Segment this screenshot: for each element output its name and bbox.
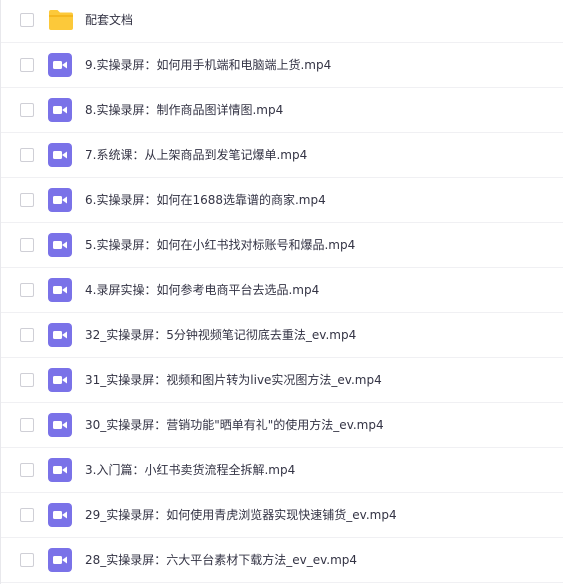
file-name: 6.实操录屏：如何在1688选靠谱的商家.mp4 — [85, 193, 326, 207]
file-name: 28_实操录屏：六大平台素材下载方法_ev_ev.mp4 — [85, 553, 358, 567]
row-checkbox[interactable] — [20, 58, 34, 72]
video-file-icon — [48, 98, 72, 122]
file-name: 3.入门篇：小红书卖货流程全拆解.mp4 — [85, 463, 296, 477]
video-file-icon — [48, 323, 72, 347]
list-item[interactable]: 5.实操录屏：如何在小红书找对标账号和爆品.mp4 — [1, 223, 563, 268]
file-name: 7.系统课：从上架商品到发笔记爆单.mp4 — [85, 148, 308, 162]
list-item[interactable]: 4.录屏实操：如何参考电商平台去选品.mp4 — [1, 268, 563, 313]
row-checkbox[interactable] — [20, 193, 34, 207]
video-file-icon — [48, 368, 72, 392]
row-checkbox[interactable] — [20, 328, 34, 342]
list-item[interactable]: 3.入门篇：小红书卖货流程全拆解.mp4 — [1, 448, 563, 493]
row-checkbox[interactable] — [20, 238, 34, 252]
row-checkbox[interactable] — [20, 418, 34, 432]
list-item[interactable]: 配套文档 — [1, 0, 563, 43]
row-checkbox[interactable] — [20, 103, 34, 117]
list-item[interactable]: 31_实操录屏：视频和图片转为live实况图方法_ev.mp4 — [1, 358, 563, 403]
list-item[interactable]: 6.实操录屏：如何在1688选靠谱的商家.mp4 — [1, 178, 563, 223]
file-name: 31_实操录屏：视频和图片转为live实况图方法_ev.mp4 — [85, 373, 382, 387]
row-checkbox[interactable] — [20, 148, 34, 162]
file-list: 配套文档 9.实操录屏：如何用手机端和电脑端上货.mp4 8.实操录屏：制作商品… — [0, 0, 563, 584]
list-item[interactable]: 29_实操录屏：如何使用青虎浏览器实现快速铺货_ev.mp4 — [1, 493, 563, 538]
video-file-icon — [48, 278, 72, 302]
file-name: 9.实操录屏：如何用手机端和电脑端上货.mp4 — [85, 58, 332, 72]
folder-icon — [48, 8, 73, 32]
row-checkbox[interactable] — [20, 508, 34, 522]
file-name: 配套文档 — [85, 13, 134, 27]
row-checkbox[interactable] — [20, 283, 34, 297]
row-checkbox[interactable] — [20, 13, 34, 27]
file-name: 30_实操录屏：营销功能"晒单有礼"的使用方法_ev.mp4 — [85, 418, 384, 432]
video-file-icon — [48, 233, 72, 257]
row-checkbox[interactable] — [20, 373, 34, 387]
file-name: 5.实操录屏：如何在小红书找对标账号和爆品.mp4 — [85, 238, 356, 252]
row-checkbox[interactable] — [20, 463, 34, 477]
list-item[interactable]: 9.实操录屏：如何用手机端和电脑端上货.mp4 — [1, 43, 563, 88]
row-checkbox[interactable] — [20, 553, 34, 567]
video-file-icon — [48, 458, 72, 482]
video-file-icon — [48, 143, 72, 167]
list-item[interactable]: 30_实操录屏：营销功能"晒单有礼"的使用方法_ev.mp4 — [1, 403, 563, 448]
list-item[interactable]: 7.系统课：从上架商品到发笔记爆单.mp4 — [1, 133, 563, 178]
file-name: 29_实操录屏：如何使用青虎浏览器实现快速铺货_ev.mp4 — [85, 508, 397, 522]
file-name: 32_实操录屏：5分钟视频笔记彻底去重法_ev.mp4 — [85, 328, 357, 342]
list-item[interactable]: 8.实操录屏：制作商品图详情图.mp4 — [1, 88, 563, 133]
video-file-icon — [48, 188, 72, 212]
file-name: 8.实操录屏：制作商品图详情图.mp4 — [85, 103, 284, 117]
video-file-icon — [48, 53, 72, 77]
video-file-icon — [48, 548, 72, 572]
list-item[interactable]: 32_实操录屏：5分钟视频笔记彻底去重法_ev.mp4 — [1, 313, 563, 358]
video-file-icon — [48, 503, 72, 527]
video-file-icon — [48, 413, 72, 437]
list-item[interactable]: 28_实操录屏：六大平台素材下载方法_ev_ev.mp4 — [1, 538, 563, 583]
file-name: 4.录屏实操：如何参考电商平台去选品.mp4 — [85, 283, 320, 297]
